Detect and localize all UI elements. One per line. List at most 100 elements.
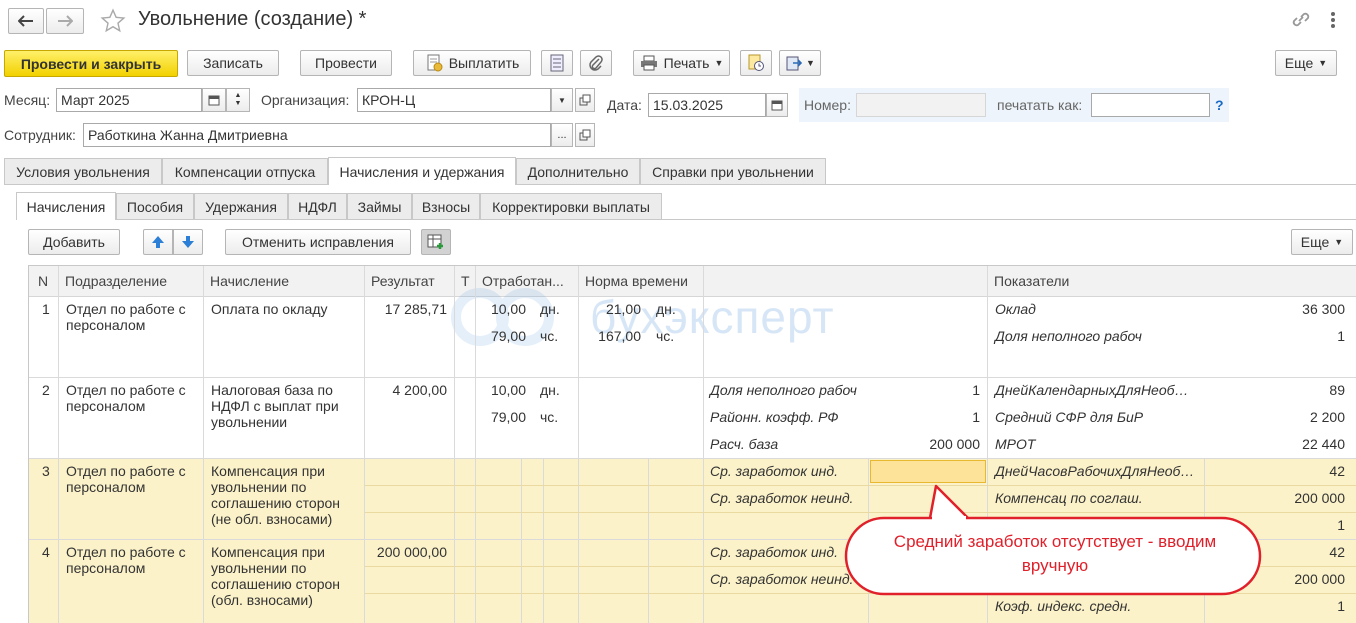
organization-dropdown-button[interactable]: ▼	[551, 88, 573, 112]
organization-open-button[interactable]	[575, 88, 595, 112]
tab-accruals-deductions[interactable]: Начисления и удержания	[328, 157, 516, 185]
post-and-close-button[interactable]: Провести и закрыть	[4, 50, 178, 77]
mid-indicator-name: Ср. заработок неинд.	[710, 490, 854, 506]
table-add-icon	[427, 234, 443, 249]
arrow-down-icon	[182, 236, 194, 248]
more-button[interactable]: Еще ▼	[1275, 50, 1337, 76]
attach-button[interactable]	[580, 50, 612, 76]
number-field[interactable]	[856, 93, 986, 117]
employee-open-button[interactable]	[575, 123, 595, 147]
indicator-value: 1	[1337, 328, 1345, 344]
row-accrual: Компенсация при увольнении по соглашению…	[211, 463, 341, 527]
forward-button[interactable]	[46, 8, 84, 34]
subtab-loans[interactable]: Займы	[347, 193, 412, 219]
col-header-indicators[interactable]: Показатели	[988, 266, 1288, 296]
post-button[interactable]: Провести	[300, 50, 392, 76]
tabs-baseline	[4, 184, 1356, 185]
back-button[interactable]	[8, 8, 44, 34]
chevron-down-icon: ▼	[1318, 58, 1328, 68]
pay-button[interactable]: Выплатить	[413, 50, 531, 76]
calendar-button[interactable]	[202, 88, 226, 112]
calendar-icon	[208, 95, 220, 106]
employee-select-button[interactable]: ...	[551, 123, 573, 147]
employee-field[interactable]: Работкина Жанна Дмитриевна	[83, 123, 551, 147]
indicator-name: Средний СФР для БиР	[995, 409, 1144, 425]
table-settings-button[interactable]	[421, 229, 451, 255]
stepper-down-icon: ▼	[234, 100, 242, 107]
organization-label: Организация:	[261, 92, 350, 108]
employee-label: Сотрудник:	[4, 127, 76, 143]
month-label: Месяц:	[4, 92, 51, 108]
indicator-name: Коэф. индекс. средн.	[995, 598, 1132, 614]
row-divider	[29, 458, 1356, 459]
add-button[interactable]: Добавить	[28, 229, 120, 255]
row-worked-unit: дн.	[540, 382, 560, 398]
col-divider	[703, 266, 704, 623]
undo-corrections-button[interactable]: Отменить исправления	[225, 229, 411, 255]
grid-more-button[interactable]: Еще ▼	[1291, 229, 1353, 255]
indicator-name: Доля неполного рабоч	[995, 328, 1142, 344]
print-as-field[interactable]	[1091, 93, 1210, 117]
subtab-accruals[interactable]: Начисления	[16, 192, 116, 220]
arrow-right-icon	[58, 15, 73, 27]
subtab-ndfl[interactable]: НДФЛ	[288, 193, 347, 219]
row-worked-value: 79,00	[490, 409, 526, 425]
month-field[interactable]: Март 2025	[56, 88, 202, 112]
subtab-deductions[interactable]: Удержания	[194, 193, 288, 219]
more-vertical-icon[interactable]	[1330, 11, 1336, 29]
create-based-icon	[786, 56, 803, 71]
row-department: Отдел по работе с персоналом	[66, 463, 186, 495]
col-divider	[521, 458, 522, 623]
help-icon[interactable]: ?	[1215, 97, 1224, 113]
row-department: Отдел по работе с персоналом	[66, 544, 186, 576]
col-header-accrual[interactable]: Начисление	[204, 266, 364, 296]
save-button[interactable]: Записать	[187, 50, 279, 76]
col-header-t[interactable]: Т	[455, 266, 475, 296]
date-field[interactable]: 15.03.2025	[648, 93, 766, 117]
tab-additional[interactable]: Дополнительно	[516, 158, 640, 184]
organization-field[interactable]: КРОН-Ц	[357, 88, 551, 112]
open-form-icon	[579, 129, 591, 141]
tab-termination-certificates[interactable]: Справки при увольнении	[640, 158, 826, 184]
move-down-button[interactable]	[173, 229, 203, 255]
favorite-star-icon[interactable]	[100, 8, 126, 37]
row-accrual: Компенсация при увольнении по соглашению…	[211, 544, 341, 608]
col-header-worked[interactable]: Отработан...	[476, 266, 578, 296]
subtab-benefits[interactable]: Пособия	[116, 193, 194, 219]
tab-termination-conditions[interactable]: Условия увольнения	[4, 158, 162, 184]
create-based-on-button[interactable]: ▼	[779, 50, 821, 76]
report-button[interactable]	[740, 50, 772, 76]
col-header-department[interactable]: Подразделение	[59, 266, 203, 296]
stepper-up-icon: ▲	[234, 92, 242, 99]
report-clock-icon	[748, 54, 764, 71]
row-accrual: Налоговая база по НДФЛ с выплат при увол…	[211, 382, 339, 430]
indicator-value: 36 300	[1302, 301, 1345, 317]
col-divider	[203, 266, 204, 623]
col-header-result[interactable]: Результат	[365, 266, 454, 296]
link-icon[interactable]	[1290, 10, 1312, 33]
row-norm-value: 21,00	[605, 301, 641, 317]
print-button[interactable]: Печать ▼	[633, 50, 730, 76]
mid-indicator-name: Расч. база	[710, 436, 779, 452]
document-list-button[interactable]	[541, 50, 573, 76]
col-divider	[454, 266, 455, 623]
mid-indicator-name: Ср. заработок инд.	[710, 463, 838, 479]
move-up-button[interactable]	[143, 229, 173, 255]
arrow-up-icon	[152, 236, 164, 248]
list-icon	[550, 54, 564, 72]
indicator-name: ДнейКалендарныхДляНеоб…	[995, 382, 1189, 398]
tab-vacation-compensation[interactable]: Компенсации отпуска	[162, 158, 328, 184]
date-calendar-button[interactable]	[766, 93, 788, 117]
col-divider	[475, 266, 476, 623]
row-accrual: Оплата по окладу	[211, 301, 328, 317]
row-worked-unit: дн.	[540, 301, 560, 317]
row-result: 4 200,00	[392, 382, 448, 398]
col-header-n[interactable]: N	[32, 266, 58, 296]
col-header-norm[interactable]: Норма времени	[579, 266, 703, 296]
month-stepper[interactable]: ▲ ▼	[226, 88, 250, 112]
row-number: 3	[42, 463, 50, 479]
subtab-payment-corrections[interactable]: Корректировки выплаты	[480, 193, 662, 219]
row-norm-unit: дн.	[656, 301, 676, 317]
indicator-value: 2 200	[1309, 409, 1345, 425]
subtab-contributions[interactable]: Взносы	[412, 193, 480, 219]
